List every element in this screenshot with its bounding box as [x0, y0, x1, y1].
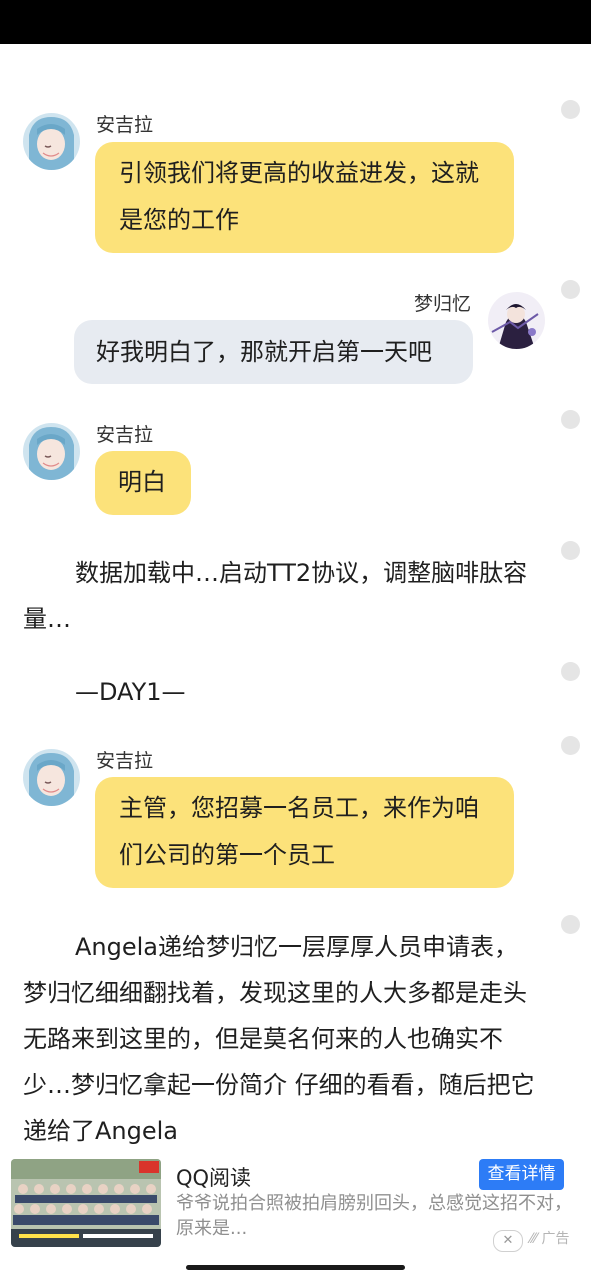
ad-source: QQ阅读 — [176, 1166, 252, 1190]
view-details-button[interactable]: 查看详情 — [479, 1159, 564, 1190]
timeline-dot — [561, 662, 580, 681]
timeline-dot — [561, 280, 580, 299]
self-avatar-icon — [488, 292, 545, 349]
ad-close-icon[interactable]: ✕ — [493, 1230, 523, 1252]
timeline-dot — [561, 410, 580, 429]
home-indicator[interactable] — [186, 1265, 405, 1270]
narration-text: 数据加载中…启动TT2协议，调整脑啡肽容量… — [23, 559, 528, 633]
speaker-name: 安吉拉 — [96, 114, 154, 136]
angela-avatar-icon — [23, 113, 80, 170]
ad-thumbnail[interactable] — [11, 1159, 161, 1247]
angela-avatar-icon — [23, 423, 80, 480]
ad-banner[interactable]: QQ阅读 查看详情 爷爷说拍合照被拍肩膀别回头，总感觉这招不对，原来是... ✕… — [0, 1150, 591, 1258]
speaker-name: 梦归忆 — [414, 293, 472, 315]
message-bubble: 引领我们将更高的收益进发，这就是您的工作 — [95, 142, 514, 253]
speaker-name: 安吉拉 — [96, 750, 154, 772]
narration-text: Angela递给梦归忆一层厚厚人员申请表，梦归忆细细翻找着，发现这里的人大多都是… — [23, 933, 535, 1145]
timeline-dot — [561, 541, 580, 560]
speaker-name: 安吉拉 — [96, 424, 154, 446]
day-divider: —DAY1— — [75, 678, 186, 706]
message-bubble: 明白 — [95, 451, 191, 515]
angela-avatar-icon — [23, 749, 80, 806]
timeline-dot — [561, 736, 580, 755]
timeline-dot — [561, 100, 580, 119]
avatar-angela[interactable] — [23, 749, 80, 806]
status-bar — [0, 0, 591, 44]
avatar-angela[interactable] — [23, 113, 80, 170]
group-photo-thumbnail-icon — [11, 1159, 161, 1247]
message-bubble: 主管，您招募一名员工，来作为咱们公司的第一个员工 — [95, 777, 514, 888]
ad-logo-icon: ⁄⁄⁄ — [530, 1231, 542, 1247]
ad-label: ⁄⁄⁄ 广告 — [530, 1231, 570, 1247]
avatar-self[interactable] — [488, 292, 545, 349]
timeline-dot — [561, 915, 580, 934]
message-bubble: 好我明白了，那就开启第一天吧 — [74, 320, 473, 384]
avatar-angela[interactable] — [23, 423, 80, 480]
